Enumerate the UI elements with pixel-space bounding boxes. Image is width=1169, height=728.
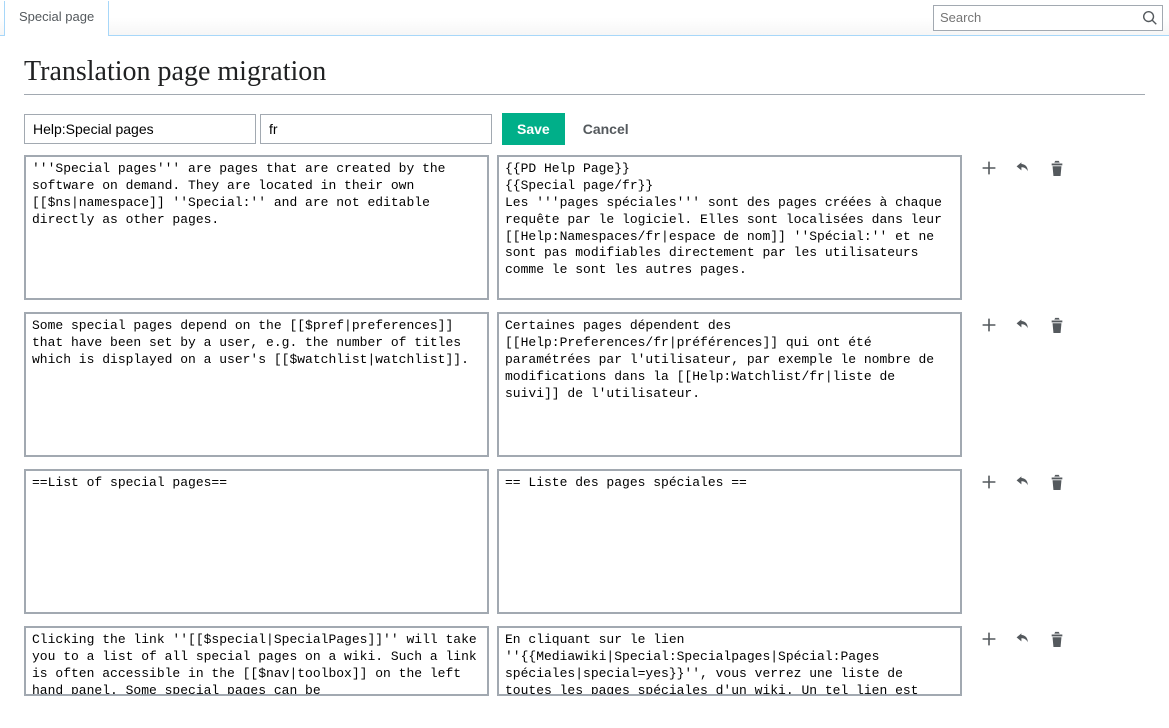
source-text[interactable] [24, 626, 489, 696]
translation-unit [24, 626, 1145, 696]
add-icon[interactable] [980, 473, 998, 491]
target-text[interactable] [497, 312, 962, 457]
search-icon[interactable] [1138, 6, 1162, 30]
target-text[interactable] [497, 469, 962, 614]
controls-row: Save Cancel [24, 113, 1145, 145]
unit-actions [970, 469, 1066, 491]
search-box [933, 5, 1163, 31]
tab-special-page[interactable]: Special page [4, 1, 109, 36]
unit-actions [970, 312, 1066, 334]
undo-icon[interactable] [1014, 316, 1032, 334]
language-input[interactable] [260, 114, 492, 144]
cancel-button[interactable]: Cancel [583, 121, 629, 137]
save-button[interactable]: Save [502, 113, 565, 145]
search-wrap [927, 0, 1169, 35]
translation-unit [24, 312, 1145, 457]
undo-icon[interactable] [1014, 630, 1032, 648]
delete-icon[interactable] [1048, 473, 1066, 491]
add-icon[interactable] [980, 316, 998, 334]
delete-icon[interactable] [1048, 316, 1066, 334]
delete-icon[interactable] [1048, 159, 1066, 177]
page-title: Translation page migration [24, 56, 1145, 95]
undo-icon[interactable] [1014, 473, 1032, 491]
delete-icon[interactable] [1048, 630, 1066, 648]
target-text[interactable] [497, 155, 962, 300]
unit-actions [970, 626, 1066, 648]
translation-unit [24, 469, 1145, 614]
source-text[interactable] [24, 312, 489, 457]
add-icon[interactable] [980, 630, 998, 648]
target-text[interactable] [497, 626, 962, 696]
search-input[interactable] [934, 10, 1138, 25]
undo-icon[interactable] [1014, 159, 1032, 177]
translation-unit [24, 155, 1145, 300]
unit-actions [970, 155, 1066, 177]
source-text[interactable] [24, 155, 489, 300]
add-icon[interactable] [980, 159, 998, 177]
source-text[interactable] [24, 469, 489, 614]
top-bar: Special page [0, 0, 1169, 36]
page-name-input[interactable] [24, 114, 256, 144]
content-area: Translation page migration Save Cancel [0, 36, 1169, 728]
